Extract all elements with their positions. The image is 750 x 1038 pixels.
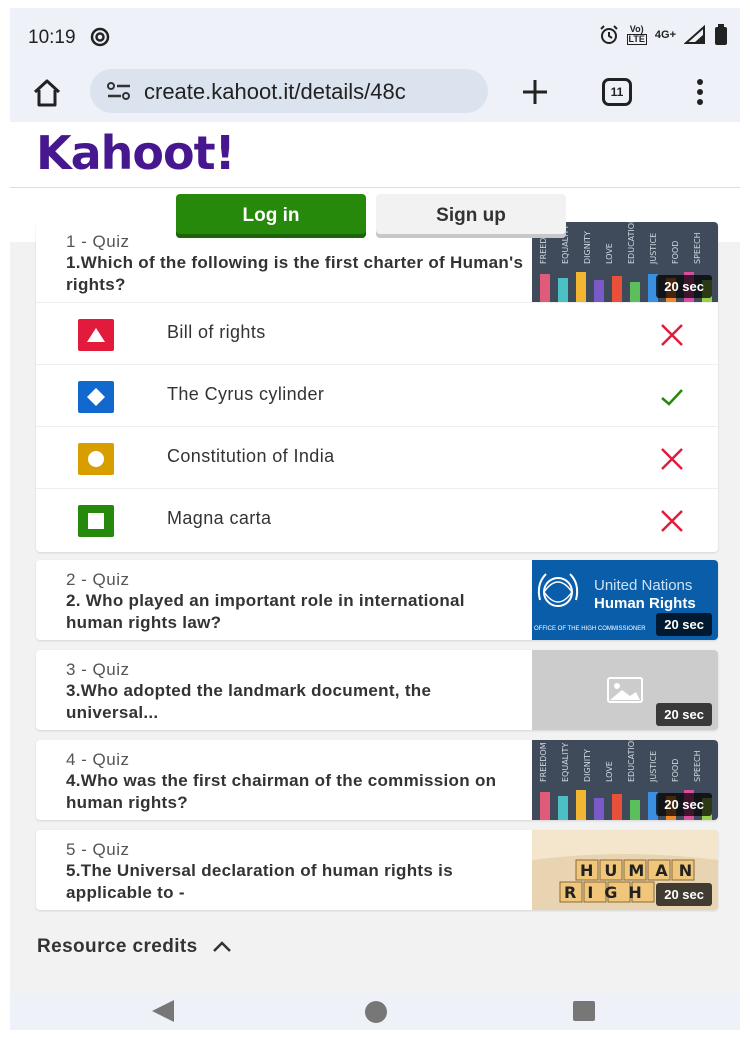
- tab-count: 11: [610, 85, 624, 99]
- volte-indicator: Vo) LTE: [626, 24, 647, 45]
- time-limit-badge: 20 sec: [656, 613, 712, 636]
- question-label: 2 - Quiz: [66, 570, 130, 589]
- answer-row: Bill of rights: [36, 302, 718, 364]
- svg-text:SPEECH: SPEECH: [693, 750, 702, 782]
- square-icon: [78, 505, 114, 537]
- time-limit-badge: 20 sec: [656, 883, 712, 906]
- tab-switcher-button[interactable]: 11: [602, 78, 632, 106]
- svg-text:EDUCATION: EDUCATION: [627, 740, 636, 782]
- svg-text:DIGNITY: DIGNITY: [583, 749, 592, 782]
- svg-text:EQUALITY: EQUALITY: [561, 743, 570, 782]
- question-label: 3 - Quiz: [66, 660, 130, 679]
- question-label: 4 - Quiz: [66, 750, 130, 769]
- svg-text:OFFICE OF THE HIGH COMMISSIONE: OFFICE OF THE HIGH COMMISSIONER: [534, 626, 646, 632]
- incorrect-icon: [661, 448, 683, 470]
- home-nav-icon[interactable]: [364, 1000, 388, 1024]
- question-text: 4.Who was the first chairman of the comm…: [66, 771, 497, 812]
- svg-text:FREEDOM: FREEDOM: [539, 742, 548, 782]
- circle-icon: [78, 443, 114, 475]
- signal-icon: [684, 25, 705, 44]
- svg-text:RIGH: RIGH: [564, 883, 653, 902]
- correct-icon: [661, 389, 683, 406]
- time-limit-badge: 20 sec: [656, 703, 712, 726]
- time-limit-badge: 20 sec: [656, 275, 712, 298]
- auth-bar-backdrop: [10, 188, 740, 222]
- answer-text: Constitution of India: [167, 446, 335, 466]
- question-card-4[interactable]: 4 - Quiz 4.Who was the first chairman of…: [36, 740, 718, 820]
- question-text: 2. Who played an important role in inter…: [66, 591, 465, 632]
- resource-credits-label: Resource credits: [37, 936, 198, 957]
- svg-text:JUSTICE: JUSTICE: [649, 233, 658, 265]
- answer-row: Constitution of India: [36, 426, 718, 488]
- question-thumbnail: HUMAN RIGH 20 sec: [532, 830, 718, 910]
- question-label: 5 - Quiz: [66, 840, 130, 859]
- status-bar: 10:19 Vo) LTE 4G+: [10, 8, 740, 60]
- system-nav-bar: [10, 994, 740, 1030]
- time-limit-badge: 20 sec: [656, 793, 712, 816]
- svg-text:DIGNITY: DIGNITY: [583, 231, 592, 264]
- answer-text: Bill of rights: [167, 322, 266, 342]
- url-text: create.kahoot.it/details/48c: [144, 79, 406, 104]
- svg-text:LOVE: LOVE: [605, 761, 614, 782]
- svg-text:Human Rights: Human Rights: [594, 595, 696, 612]
- question-card-5[interactable]: 5 - Quiz 5.The Universal declaration of …: [36, 830, 718, 910]
- svg-text:HUMAN: HUMAN: [580, 861, 703, 880]
- status-time: 10:19: [28, 27, 76, 48]
- alarm-icon: [599, 25, 618, 44]
- login-button[interactable]: Log in: [176, 194, 366, 238]
- home-icon[interactable]: [32, 78, 62, 108]
- answer-text: Magna carta: [167, 508, 272, 528]
- question-card-1[interactable]: 1 - Quiz 1.Which of the following is the…: [36, 222, 718, 552]
- answer-text: The Cyrus cylinder: [167, 384, 325, 404]
- question-card-2[interactable]: 2 - Quiz 2. Who played an important role…: [36, 560, 718, 640]
- svg-text:JUSTICE: JUSTICE: [649, 751, 658, 783]
- incorrect-icon: [661, 510, 683, 532]
- phone-screen: 10:19 Vo) LTE 4G+ create.kahoot.it/detai…: [10, 8, 740, 1030]
- svg-text:United Nations: United Nations: [594, 577, 692, 594]
- question-text: 3.Who adopted the landmark document, the…: [66, 681, 432, 722]
- question-label: 1 - Quiz: [66, 232, 130, 251]
- question-card-3[interactable]: 3 - Quiz 3.Who adopted the landmark docu…: [36, 650, 718, 730]
- more-menu-icon[interactable]: [690, 76, 710, 108]
- svg-text:SPEECH: SPEECH: [693, 232, 702, 264]
- svg-text:FOOD: FOOD: [671, 241, 680, 264]
- svg-text:EDUCATION: EDUCATION: [627, 222, 636, 264]
- question-text: 5.The Universal declaration of human rig…: [66, 861, 453, 902]
- incorrect-icon: [661, 324, 683, 346]
- question-thumbnail: FREEDOM EQUALITY DIGNITY LOVE EDUCATION …: [532, 740, 718, 820]
- chevron-up-icon: [212, 941, 231, 952]
- app-notification-icon: [90, 27, 110, 47]
- question-thumbnail: United Nations Human Rights OFFICE OF TH…: [532, 560, 718, 640]
- triangle-icon: [78, 319, 114, 351]
- back-icon[interactable]: [148, 998, 178, 1024]
- svg-text:LOVE: LOVE: [605, 243, 614, 264]
- site-header: Kahoot!: [10, 122, 740, 188]
- diamond-icon: [78, 381, 114, 413]
- browser-toolbar: create.kahoot.it/details/48c 11: [10, 60, 740, 122]
- resource-credits-toggle[interactable]: Resource credits: [37, 936, 232, 958]
- site-settings-icon[interactable]: [106, 81, 132, 101]
- answer-row: Magna carta: [36, 488, 718, 550]
- address-bar[interactable]: create.kahoot.it/details/48c: [90, 69, 488, 113]
- new-tab-icon[interactable]: [518, 75, 552, 109]
- svg-text:FOOD: FOOD: [671, 759, 680, 782]
- question-thumbnail: 20 sec: [532, 650, 718, 730]
- signup-button[interactable]: Sign up: [376, 194, 566, 238]
- battery-icon: [715, 24, 727, 45]
- answer-row: The Cyrus cylinder: [36, 364, 718, 426]
- question-text: 1.Which of the following is the first ch…: [66, 253, 524, 294]
- recents-icon[interactable]: [572, 1000, 596, 1022]
- network-type: 4G+: [654, 28, 676, 41]
- kahoot-logo[interactable]: Kahoot!: [36, 126, 236, 180]
